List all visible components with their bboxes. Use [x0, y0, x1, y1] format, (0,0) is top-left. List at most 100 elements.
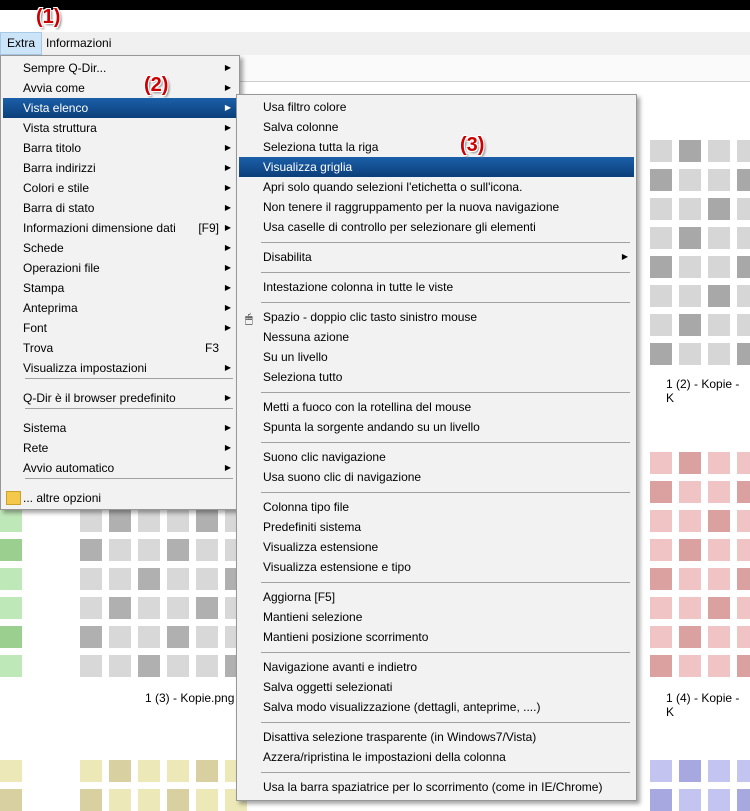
submenu-item[interactable]: Colonna tipo file: [239, 497, 634, 517]
file-caption[interactable]: 1 (4) - Kopie - K: [666, 691, 750, 719]
grid-cell: [737, 626, 750, 648]
submenu-item[interactable]: Nessuna azione: [239, 327, 634, 347]
grid-cell: [708, 789, 730, 811]
menu-item[interactable]: Rete ▶: [3, 438, 237, 458]
menu-item[interactable]: Informazioni dimensione dati [F9] ▶: [3, 218, 237, 238]
menu-item-label: Font: [23, 321, 48, 335]
submenu-item[interactable]: 🖱 Spazio - doppio clic tasto sinistro mou…: [239, 307, 634, 327]
submenu-item-label: Usa la barra spaziatrice per lo scorrime…: [263, 780, 603, 794]
grid-cell: [80, 760, 102, 782]
grid-cell: [0, 597, 22, 619]
submenu-arrow-icon: ▶: [224, 443, 231, 452]
submenu-arrow-icon: ▶: [224, 463, 231, 472]
grid-cell: [138, 568, 160, 590]
grid-cell: [138, 626, 160, 648]
menu-item[interactable]: Operazioni file ▶: [3, 258, 237, 278]
submenu-item[interactable]: Salva modo visualizzazione (dettagli, an…: [239, 697, 634, 717]
menu-informazioni[interactable]: Informazioni: [40, 32, 117, 55]
submenu-item[interactable]: Su un livello: [239, 347, 634, 367]
menu-item-label: Informazioni dimensione dati: [23, 221, 176, 235]
submenu-item[interactable]: Suono clic navigazione: [239, 447, 634, 467]
grid-cell: [196, 510, 218, 532]
grid-cell: [737, 169, 750, 191]
submenu-item[interactable]: Visualizza griglia: [239, 157, 634, 177]
menu-extra[interactable]: Extra: [0, 32, 43, 55]
submenu-item[interactable]: Disattiva selezione trasparente (in Wind…: [239, 727, 634, 747]
grid-cell: [138, 789, 160, 811]
submenu-arrow-icon: ▶: [224, 63, 231, 72]
grid-cell: [708, 314, 730, 336]
submenu-item[interactable]: Spunta la sorgente andando su un livello: [239, 417, 634, 437]
submenu-item[interactable]: Mantieni posizione scorrimento: [239, 627, 634, 647]
submenu-item[interactable]: Azzera/ripristina le impostazioni della …: [239, 747, 634, 767]
submenu-item[interactable]: Usa caselle di controllo per selezionare…: [239, 217, 634, 237]
menu-item-label: Colori e stile: [23, 181, 90, 195]
grid-cell: [679, 227, 701, 249]
grid-cell: [650, 285, 672, 307]
submenu-arrow-icon: ▶: [224, 363, 231, 372]
marker-1: (1): [36, 6, 61, 28]
submenu-item[interactable]: Apri solo quando selezioni l'etichetta o…: [239, 177, 634, 197]
submenu-item[interactable]: Navigazione avanti e indietro: [239, 657, 634, 677]
submenu-item-label: Mantieni posizione scorrimento: [263, 630, 429, 644]
grid-cell: [679, 481, 701, 503]
grid-cell: [167, 789, 189, 811]
menu-item[interactable]: Barra di stato ▶: [3, 198, 237, 218]
menu-item[interactable]: Schede ▶: [3, 238, 237, 258]
menu-item[interactable]: Barra indirizzi ▶: [3, 158, 237, 178]
submenu-item-label: Metti a fuoco con la rotellina del mouse: [263, 400, 472, 414]
menu-separator: [261, 492, 630, 493]
submenu-item[interactable]: Predefiniti sistema: [239, 517, 634, 537]
menu-item[interactable]: Font ▶: [3, 318, 237, 338]
menu-item[interactable]: Vista struttura ▶: [3, 118, 237, 138]
file-caption[interactable]: 1 (2) - Kopie - K: [666, 377, 750, 405]
menu-separator: [261, 582, 630, 583]
submenu-item[interactable]: Usa la barra spaziatrice per lo scorrime…: [239, 777, 634, 797]
menu-item[interactable]: Sistema ▶: [3, 418, 237, 438]
submenu-item[interactable]: Usa suono clic di navigazione: [239, 467, 634, 487]
menu-item[interactable]: Visualizza impostazioni ▶: [3, 358, 237, 378]
grid-cell: [650, 789, 672, 811]
submenu-item-label: Non tenere il raggruppamento per la nuov…: [263, 200, 560, 214]
submenu-item[interactable]: Salva colonne: [239, 117, 634, 137]
submenu-item[interactable]: Mantieni selezione: [239, 607, 634, 627]
menu-item[interactable]: ... altre opzioni: [3, 488, 237, 508]
submenu-item[interactable]: Salva oggetti selezionati: [239, 677, 634, 697]
menu-item[interactable]: Avvia come ▶: [3, 78, 237, 98]
menu-item-label: Barra di stato: [23, 201, 95, 215]
menu-item-label: Barra titolo: [23, 141, 82, 155]
menu-item-label: Sistema: [23, 421, 67, 435]
menu-item[interactable]: Anteprima ▶: [3, 298, 237, 318]
menu-item[interactable]: Q-Dir è il browser predefinito ▶: [3, 388, 237, 408]
submenu-item[interactable]: Visualizza estensione e tipo: [239, 557, 634, 577]
menu-item[interactable]: Avvio automatico ▶: [3, 458, 237, 478]
menu-item[interactable]: Barra titolo ▶: [3, 138, 237, 158]
grid-cell: [196, 568, 218, 590]
submenu-item[interactable]: Visualizza estensione: [239, 537, 634, 557]
submenu-item[interactable]: Non tenere il raggruppamento per la nuov…: [239, 197, 634, 217]
grid-cell: [650, 227, 672, 249]
grid-cell: [138, 655, 160, 677]
menu-item[interactable]: Stampa ▶: [3, 278, 237, 298]
menu-item[interactable]: Vista elenco ▶: [3, 98, 237, 118]
submenu-item-label: Spazio - doppio clic tasto sinistro mous…: [263, 310, 478, 324]
submenu-item[interactable]: Seleziona tutta la riga: [239, 137, 634, 157]
submenu-item-label: Disabilita: [263, 250, 312, 264]
submenu-item[interactable]: Usa filtro colore: [239, 97, 634, 117]
submenu-item[interactable]: Aggiorna [F5]: [239, 587, 634, 607]
grid-cell: [109, 655, 131, 677]
grid-cell: [708, 597, 730, 619]
menu-item[interactable]: Trova F3: [3, 338, 237, 358]
grid-cell: [196, 626, 218, 648]
menu-item[interactable]: Sempre Q-Dir... ▶: [3, 58, 237, 78]
submenu-item-label: Usa filtro colore: [263, 100, 347, 114]
submenu-item[interactable]: Intestazione colonna in tutte le viste: [239, 277, 634, 297]
grid-cell: [737, 568, 750, 590]
file-caption[interactable]: 1 (3) - Kopie.png: [145, 691, 234, 705]
menu-item[interactable]: Colori e stile ▶: [3, 178, 237, 198]
submenu-item[interactable]: Metti a fuoco con la rotellina del mouse: [239, 397, 634, 417]
grid-cell: [737, 227, 750, 249]
submenu-item[interactable]: Seleziona tutto: [239, 367, 634, 387]
submenu-arrow-icon: ▶: [224, 243, 231, 252]
submenu-item[interactable]: Disabilita ▶: [239, 247, 634, 267]
